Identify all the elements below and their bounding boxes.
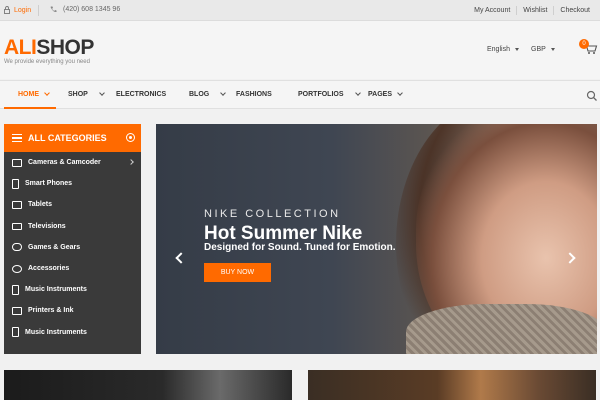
lock-icon xyxy=(4,6,10,14)
chevron-down-icon xyxy=(397,90,403,96)
hero-image-sweater xyxy=(406,304,597,354)
category-sidebar: ALL CATEGORIES Cameras & Camcoder Smart … xyxy=(4,124,141,354)
nav-label: HOME xyxy=(18,91,39,98)
hero-slider: NIKE COLLECTION Hot Summer Nike Designed… xyxy=(156,124,597,354)
login-label: Login xyxy=(14,6,32,14)
search-icon xyxy=(586,90,597,101)
nav-item-shop[interactable]: SHOP xyxy=(68,90,105,98)
toggle-circle-icon[interactable] xyxy=(126,133,135,142)
chevron-down-icon xyxy=(99,90,105,96)
category-label: Printers & Ink xyxy=(28,307,74,315)
main-nav: HOME SHOP ELECTRONICS BLOG FASHIONS PORT… xyxy=(0,80,600,109)
top-bar: Login (420) 608 1345 96 My Account Wishl… xyxy=(0,0,600,21)
language-select[interactable]: English xyxy=(487,46,519,53)
site-header: ALISHOP We provide everything you need E… xyxy=(0,21,600,79)
login-link[interactable]: Login xyxy=(4,6,31,14)
active-indicator xyxy=(4,107,56,109)
nav-item-portfolios[interactable]: PORTFOLIOS xyxy=(298,90,361,98)
logo-part1: ALI xyxy=(4,36,37,59)
my-account-link[interactable]: My Account xyxy=(468,7,516,14)
buy-now-button[interactable]: BUY NOW xyxy=(204,263,271,282)
phone-number: (420) 608 1345 96 xyxy=(50,6,120,13)
divider xyxy=(38,5,39,16)
speaker-icon xyxy=(12,284,19,295)
nav-item-fashions[interactable]: FASHIONS xyxy=(236,91,272,98)
chevron-right-icon xyxy=(128,159,134,165)
chevron-down-icon xyxy=(354,90,361,96)
category-item-music-instruments-2[interactable]: Music Instruments xyxy=(4,322,141,343)
speaker-icon xyxy=(12,327,19,338)
category-item-games[interactable]: Games & Gears xyxy=(4,237,141,258)
category-item-cameras[interactable]: Cameras & Camcoder xyxy=(4,152,141,173)
account-links: My Account Wishlist Checkout xyxy=(468,6,596,15)
category-list: Cameras & Camcoder Smart Phones Tablets … xyxy=(4,152,141,343)
category-label: Music Instruments xyxy=(25,328,87,336)
wishlist-link[interactable]: Wishlist xyxy=(517,7,553,14)
smartphone-icon xyxy=(12,178,19,189)
category-header[interactable]: ALL CATEGORIES xyxy=(4,124,141,152)
category-label: Games & Gears xyxy=(28,243,81,251)
category-label: Music Instruments xyxy=(25,286,87,294)
checkout-link[interactable]: Checkout xyxy=(554,7,596,14)
currency-select[interactable]: GBP xyxy=(531,46,555,53)
tablet-icon xyxy=(12,200,22,209)
promo-banner-left[interactable] xyxy=(4,370,292,400)
category-label: Accessories xyxy=(28,265,70,273)
category-item-televisions[interactable]: Televisions xyxy=(4,216,141,237)
menu-icon xyxy=(12,132,22,145)
category-item-tablets[interactable]: Tablets xyxy=(4,194,141,215)
nav-item-electronics[interactable]: ELECTRONICS xyxy=(116,91,166,98)
category-label: Televisions xyxy=(28,222,66,230)
chevron-down-icon xyxy=(44,90,50,96)
nav-item-home[interactable]: HOME xyxy=(18,90,50,98)
phone-icon xyxy=(50,6,57,13)
headphones-icon xyxy=(12,264,22,273)
television-icon xyxy=(12,222,22,230)
caret-down-icon xyxy=(514,48,519,51)
camera-icon xyxy=(12,158,22,167)
phone-label: (420) 608 1345 96 xyxy=(63,6,121,13)
nav-label: FASHIONS xyxy=(236,91,272,98)
category-item-accessories[interactable]: Accessories xyxy=(4,258,141,279)
gamepad-icon xyxy=(12,243,22,252)
promo-banner-right[interactable] xyxy=(308,370,596,400)
nav-label: BLOG xyxy=(189,91,210,98)
hero-kicker: NIKE COLLECTION xyxy=(204,208,341,220)
nav-item-blog[interactable]: BLOG xyxy=(189,90,227,98)
printer-icon xyxy=(12,306,22,315)
cart-button[interactable]: 0 xyxy=(579,39,598,55)
category-item-music-instruments[interactable]: Music Instruments xyxy=(4,279,141,300)
site-logo[interactable]: ALISHOP xyxy=(4,36,94,60)
category-label: Smart Phones xyxy=(25,180,73,188)
tagline: We provide everything you need xyxy=(4,59,90,65)
language-label: English xyxy=(487,46,510,53)
category-label: Cameras & Camcoder xyxy=(28,159,101,167)
nav-item-pages[interactable]: PAGES xyxy=(368,90,403,98)
nav-label: PAGES xyxy=(368,91,392,98)
nav-label: PORTFOLIOS xyxy=(298,91,344,98)
currency-label: GBP xyxy=(531,46,546,53)
category-item-printers[interactable]: Printers & Ink xyxy=(4,300,141,321)
category-title: ALL CATEGORIES xyxy=(28,133,107,143)
chevron-down-icon xyxy=(220,90,227,96)
cart-count-badge: 0 xyxy=(579,39,589,49)
category-label: Tablets xyxy=(28,201,52,209)
search-button[interactable] xyxy=(586,89,598,101)
caret-down-icon xyxy=(550,48,555,51)
hero-subtitle: Designed for Sound. Tuned for Emotion. xyxy=(204,242,396,253)
logo-part2: SHOP xyxy=(36,36,94,59)
chevron-left-icon[interactable] xyxy=(175,252,187,264)
nav-label: ELECTRONICS xyxy=(116,91,167,98)
nav-label: SHOP xyxy=(68,91,88,98)
category-item-smart-phones[interactable]: Smart Phones xyxy=(4,173,141,194)
